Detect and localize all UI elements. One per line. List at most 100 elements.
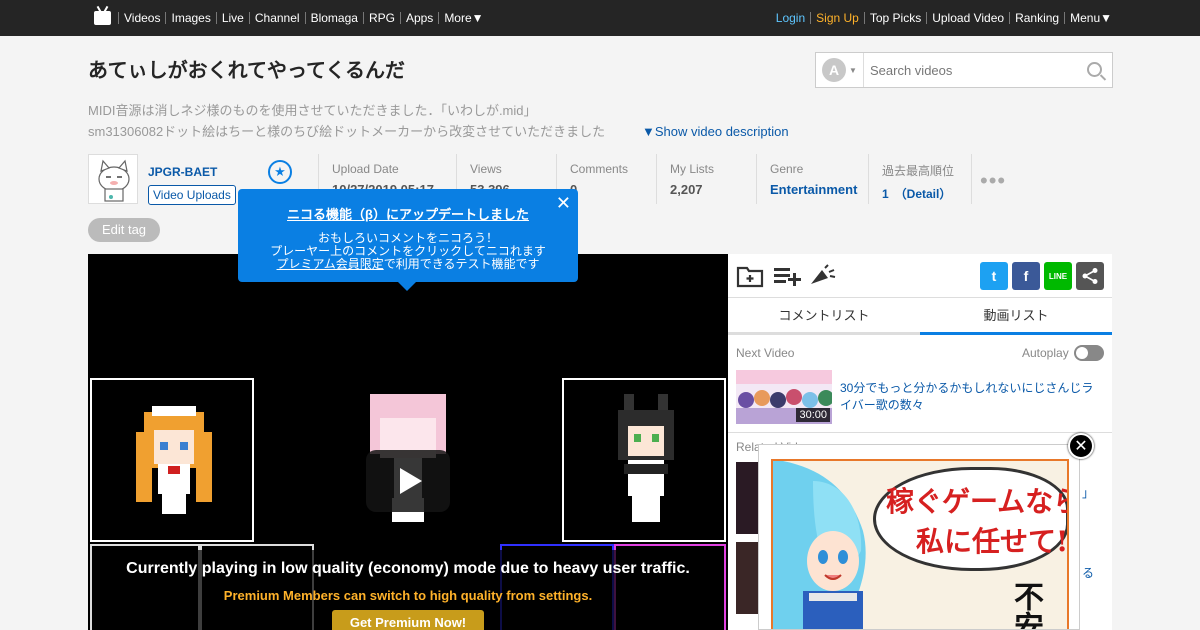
nav-live[interactable]: Live [222,11,244,25]
share-nodes-icon [1082,268,1098,284]
meta-genre: Genre Entertainment [756,154,868,204]
genre-link[interactable]: Entertainment [770,182,868,197]
nav-rpg[interactable]: RPG [369,11,395,25]
nav-images[interactable]: Images [171,11,210,25]
nav-videos[interactable]: Videos [124,11,160,25]
side-tabs: コメントリスト 動画リスト [728,299,1112,335]
video-frame-tile [562,378,726,542]
nav-separator [362,12,364,24]
tooltip-close-icon[interactable]: ✕ [556,193,571,214]
nav-upload-video[interactable]: Upload Video [932,11,1004,25]
meta-key: 過去最高順位 [882,164,955,178]
play-button[interactable] [366,450,450,512]
video-title: あてぃしがおくれてやってくるんだ [88,60,405,82]
edit-tag-button[interactable]: Edit tag [88,218,160,242]
autoplay-toggle[interactable] [1074,345,1104,361]
pixel-character-dark-hair [618,394,674,522]
next-video-label: Next Video [736,346,795,360]
meta-value: 0 [570,182,656,197]
next-video-thumbnail[interactable]: 30:00 [736,370,832,424]
more-options-icon[interactable]: ••• [980,168,1006,194]
meta-best-rank: 過去最高順位 1 （Detail） [868,154,972,204]
signup-link[interactable]: Sign Up [816,11,859,25]
ad-side-text: 不安 [1008,581,1043,630]
next-video-duration: 30:00 [796,408,830,422]
top-navigation-bar: Videos Images Live Channel Blomaga RPG A… [0,0,1200,36]
nav-separator [1009,12,1011,24]
nav-top-picks[interactable]: Top Picks [870,11,921,25]
economy-message: Currently playing in low quality (econom… [126,560,690,577]
search-type-selector[interactable]: A ▼ [816,53,864,87]
nav-right: Login Sign Up Top Picks Upload Video Ran… [776,0,1112,36]
meta-key: Upload Date [332,162,399,176]
autoplay-label: Autoplay [1022,346,1069,360]
side-divider [728,432,1112,433]
related-video-title[interactable]: 」 [1082,484,1094,501]
search-icon[interactable] [1087,62,1102,77]
search-input[interactable] [864,54,1074,86]
show-description-link[interactable]: ▼Show video description [642,124,789,139]
meta-key: My Lists [670,162,715,176]
ad-close-icon[interactable]: ✕ [1068,433,1094,459]
tooltip-line-rest: で利用できるテスト機能です [383,257,540,271]
nicoad-megaphone-icon[interactable] [808,264,836,288]
meta-value: 2,207 [670,182,703,197]
play-icon [400,468,422,494]
mylist-folder-icon[interactable] [736,264,764,288]
ad-headline: 私に任せて! [916,525,1069,558]
share-icon[interactable] [1076,262,1104,290]
tab-video-list[interactable]: 動画リスト [920,299,1112,335]
tooltip-title-link[interactable]: ニコる機能（β）にアップデートしました [238,204,578,223]
nav-apps[interactable]: Apps [406,11,433,25]
video-player[interactable]: Currently playing in low quality (econom… [88,254,728,630]
pixel-character-orange-hair [136,406,212,514]
economy-sub-message: Premium Members can switch to high quali… [223,588,593,603]
related-video-title[interactable]: る [1082,564,1094,581]
ad-speech-bubble: 稼ぐゲームなら 私に任せて! [873,467,1069,571]
rank-detail-link[interactable]: 1 （Detail） [882,185,971,202]
ad-creative: 稼ぐゲームなら 私に任せて! 不安 [771,459,1069,630]
premium-member-link[interactable]: プレミアム会員限定 [277,257,384,271]
facebook-share-icon[interactable]: f [1012,262,1040,290]
search-type-letter: A [822,58,847,82]
meta-key: Genre [770,162,804,176]
nav-separator [399,12,401,24]
nav-more[interactable]: More▼ [444,11,483,25]
nav-menu[interactable]: Menu▼ [1070,11,1112,25]
nav-ranking[interactable]: Ranking [1015,11,1059,25]
niconico-tv-icon[interactable] [94,11,111,25]
follow-star-icon[interactable]: ★ [268,160,292,184]
nav-separator [863,12,865,24]
video-uploads-button[interactable]: Video Uploads [148,185,236,205]
nav-separator [304,12,306,24]
get-premium-button[interactable]: Get Premium Now! [332,610,484,630]
line-share-icon[interactable]: LINE [1044,262,1072,290]
owner-avatar[interactable] [88,154,138,204]
next-video-title[interactable]: 30分でもっと分かるかもしれないにじさんじライバー歌の数々 [840,380,1104,414]
meta-mylists: My Lists 2,207 [656,154,756,204]
caret-down-icon: ▼ [849,65,857,75]
advertisement[interactable]: 稼ぐゲームなら 私に任せて! 不安 [758,444,1080,630]
owner-name[interactable]: JPGR-BAET [148,165,217,179]
nav-left: Videos Images Live Channel Blomaga RPG A… [94,0,484,36]
economy-mode-notice: Currently playing in low quality (econom… [118,550,698,630]
nav-blomaga[interactable]: Blomaga [311,11,358,25]
nav-channel[interactable]: Channel [255,11,300,25]
ad-headline: 稼ぐゲームなら [886,485,1069,518]
tab-comment-list[interactable]: コメントリスト [728,299,920,335]
twitter-share-icon[interactable]: t [980,262,1008,290]
nav-separator [926,12,928,24]
search-box: A ▼ [815,52,1113,88]
nav-separator [438,12,440,24]
description-line: sm31306082ドット絵はちーと様のちび絵ドットメーカーから改変させていただ… [88,124,606,139]
nav-separator [118,12,119,24]
nav-separator [215,12,217,24]
nav-separator [810,12,812,24]
video-frame-tile [90,378,254,542]
nav-separator [165,12,167,24]
nav-separator [1064,12,1066,24]
side-toolbar: t f LINE [728,254,1112,298]
playlist-add-icon[interactable] [772,264,802,288]
meta-key: Comments [570,162,629,176]
login-link[interactable]: Login [776,11,805,25]
